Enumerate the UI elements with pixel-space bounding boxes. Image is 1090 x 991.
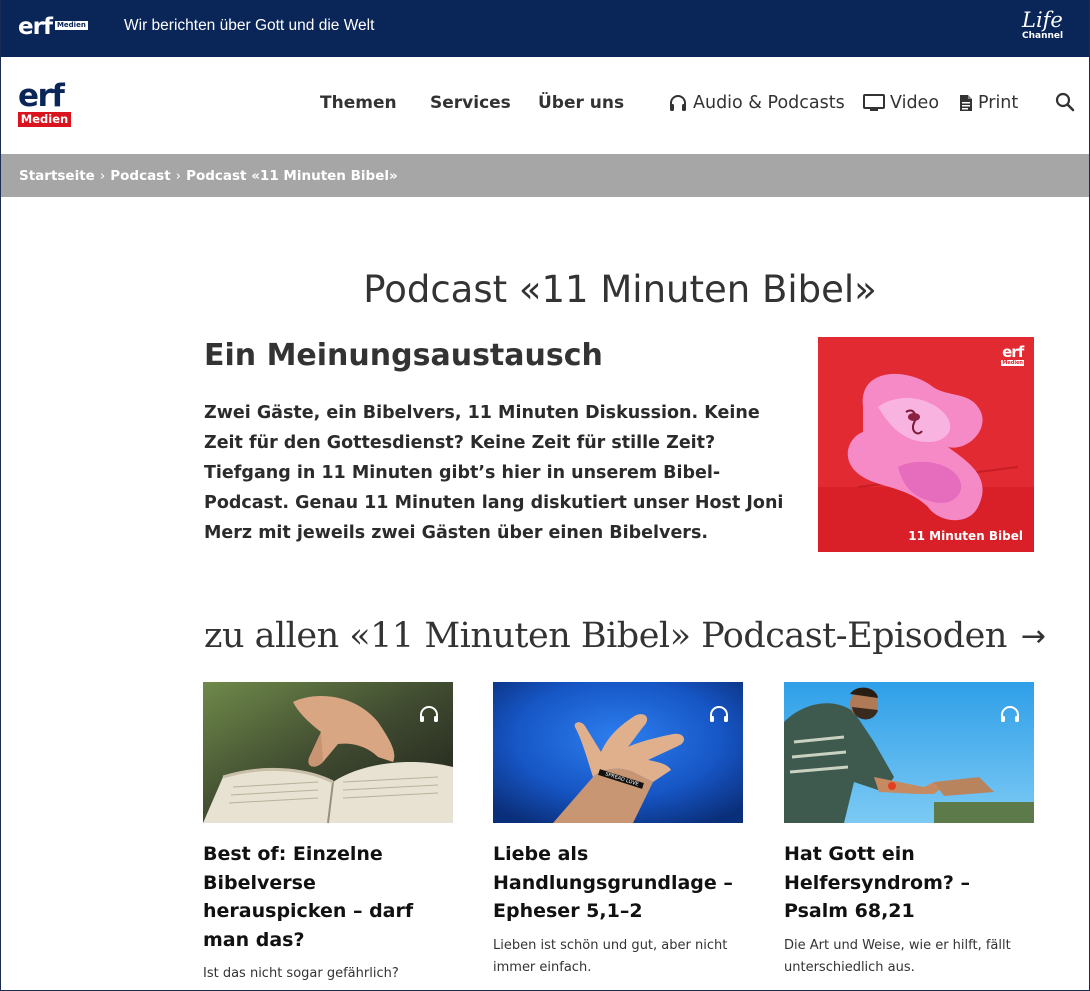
nav-audio-label: Audio & Podcasts [693, 93, 845, 113]
episode-card-1[interactable]: Best of: Einzelne Bibelverse herauspicke… [203, 682, 453, 985]
search-button[interactable] [1055, 92, 1075, 116]
tagline: Wir berichten über Gott und die Welt [124, 17, 375, 34]
cover-artwork [818, 337, 1034, 552]
breadcrumb-current[interactable]: Podcast «11 Minuten Bibel» [186, 168, 398, 184]
life-channel-logo[interactable]: Life Channel [1022, 8, 1064, 41]
breadcrumb: Startseite › Podcast › Podcast «11 Minuten B… [0, 154, 1090, 197]
main-header: erf Medien Themen Services Über uns Audi… [0, 57, 1090, 154]
breadcrumb-startseite[interactable]: Startseite [19, 168, 95, 184]
headphones-icon [670, 95, 686, 111]
episode-card-2[interactable]: SPREAD LOVE Liebe als Handlungsgrundlage… [493, 682, 743, 979]
bible-reading-image [203, 682, 453, 823]
episode-thumbnail[interactable] [784, 682, 1034, 823]
breadcrumb-separator: › [99, 168, 106, 184]
cover-logo-text: erf [1002, 343, 1024, 361]
headphones-icon [710, 706, 728, 722]
logo-badge: Medien [54, 21, 88, 30]
breadcrumb-podcast[interactable]: Podcast [110, 168, 170, 184]
intro-text: Zwei Gäste, ein Bibelvers, 11 Minuten Di… [204, 403, 784, 543]
cover-logo: erf Medien [1001, 345, 1024, 366]
cover-logo-badge: Medien [1001, 360, 1024, 366]
podcast-cover-image: erf Medien 11 Minuten Bibel [818, 337, 1034, 552]
section-subtitle: Ein Meinungsaustausch [204, 338, 603, 373]
episode-title[interactable]: Liebe als Handlungsgrundlage – Epheser 5… [493, 840, 743, 926]
nav-video-label: Video [890, 93, 940, 113]
page-title: Podcast «11 Minuten Bibel» [363, 268, 877, 311]
top-bar: erf Medien Wir berichten über Gott und d… [0, 0, 1090, 57]
episode-description: Ist das nicht sogar gefährlich? [203, 966, 399, 981]
nav-services[interactable]: Services [430, 93, 511, 113]
breadcrumb-separator: › [175, 168, 182, 184]
nav-video[interactable]: Video [863, 93, 939, 113]
episode-card-3[interactable]: Hat Gott ein Helfersyndrom? – Psalm 68,2… [784, 682, 1034, 979]
hand-reaching-image: SPREAD LOVE [493, 682, 743, 823]
headphones-icon [420, 706, 438, 722]
nav-audio-podcasts[interactable]: Audio & Podcasts [668, 93, 845, 113]
logo-text: erf [18, 14, 53, 40]
search-icon [1055, 92, 1075, 112]
episode-title[interactable]: Hat Gott ein Helfersyndrom? – Psalm 68,2… [784, 840, 1034, 926]
nav-print[interactable]: Print [959, 93, 1018, 113]
all-episodes-label: zu allen «11 Minuten Bibel» Podcast-Epis… [204, 616, 1007, 656]
erf-logo-small[interactable]: erf Medien [18, 14, 88, 40]
nav-themen[interactable]: Themen [320, 93, 397, 113]
episode-thumbnail[interactable]: SPREAD LOVE [493, 682, 743, 823]
nav-print-label: Print [978, 93, 1019, 113]
all-episodes-link[interactable]: zu allen «11 Minuten Bibel» Podcast-Epis… [204, 616, 1046, 656]
logo-text: erf [18, 78, 65, 114]
cover-caption: 11 Minuten Bibel [908, 529, 1023, 543]
monitor-icon [863, 94, 885, 111]
channel-word: Channel [1022, 31, 1064, 41]
episode-thumbnail[interactable] [203, 682, 453, 823]
document-icon [960, 95, 972, 111]
episode-description: Lieben ist schön und gut, aber nicht imm… [493, 937, 728, 975]
arrow-right-icon: → [1020, 618, 1046, 654]
helping-hand-image [784, 682, 1034, 823]
logo-badge: Medien [18, 112, 71, 127]
erf-logo[interactable]: erf Medien [18, 81, 72, 127]
episode-title[interactable]: Best of: Einzelne Bibelverse herauspicke… [203, 840, 453, 954]
life-word: Life [1022, 8, 1063, 32]
episode-description: Die Art und Weise, wie er hilft, fällt u… [784, 937, 1011, 975]
headphones-icon [1001, 706, 1019, 722]
nav-ueber-uns[interactable]: Über uns [538, 93, 624, 113]
